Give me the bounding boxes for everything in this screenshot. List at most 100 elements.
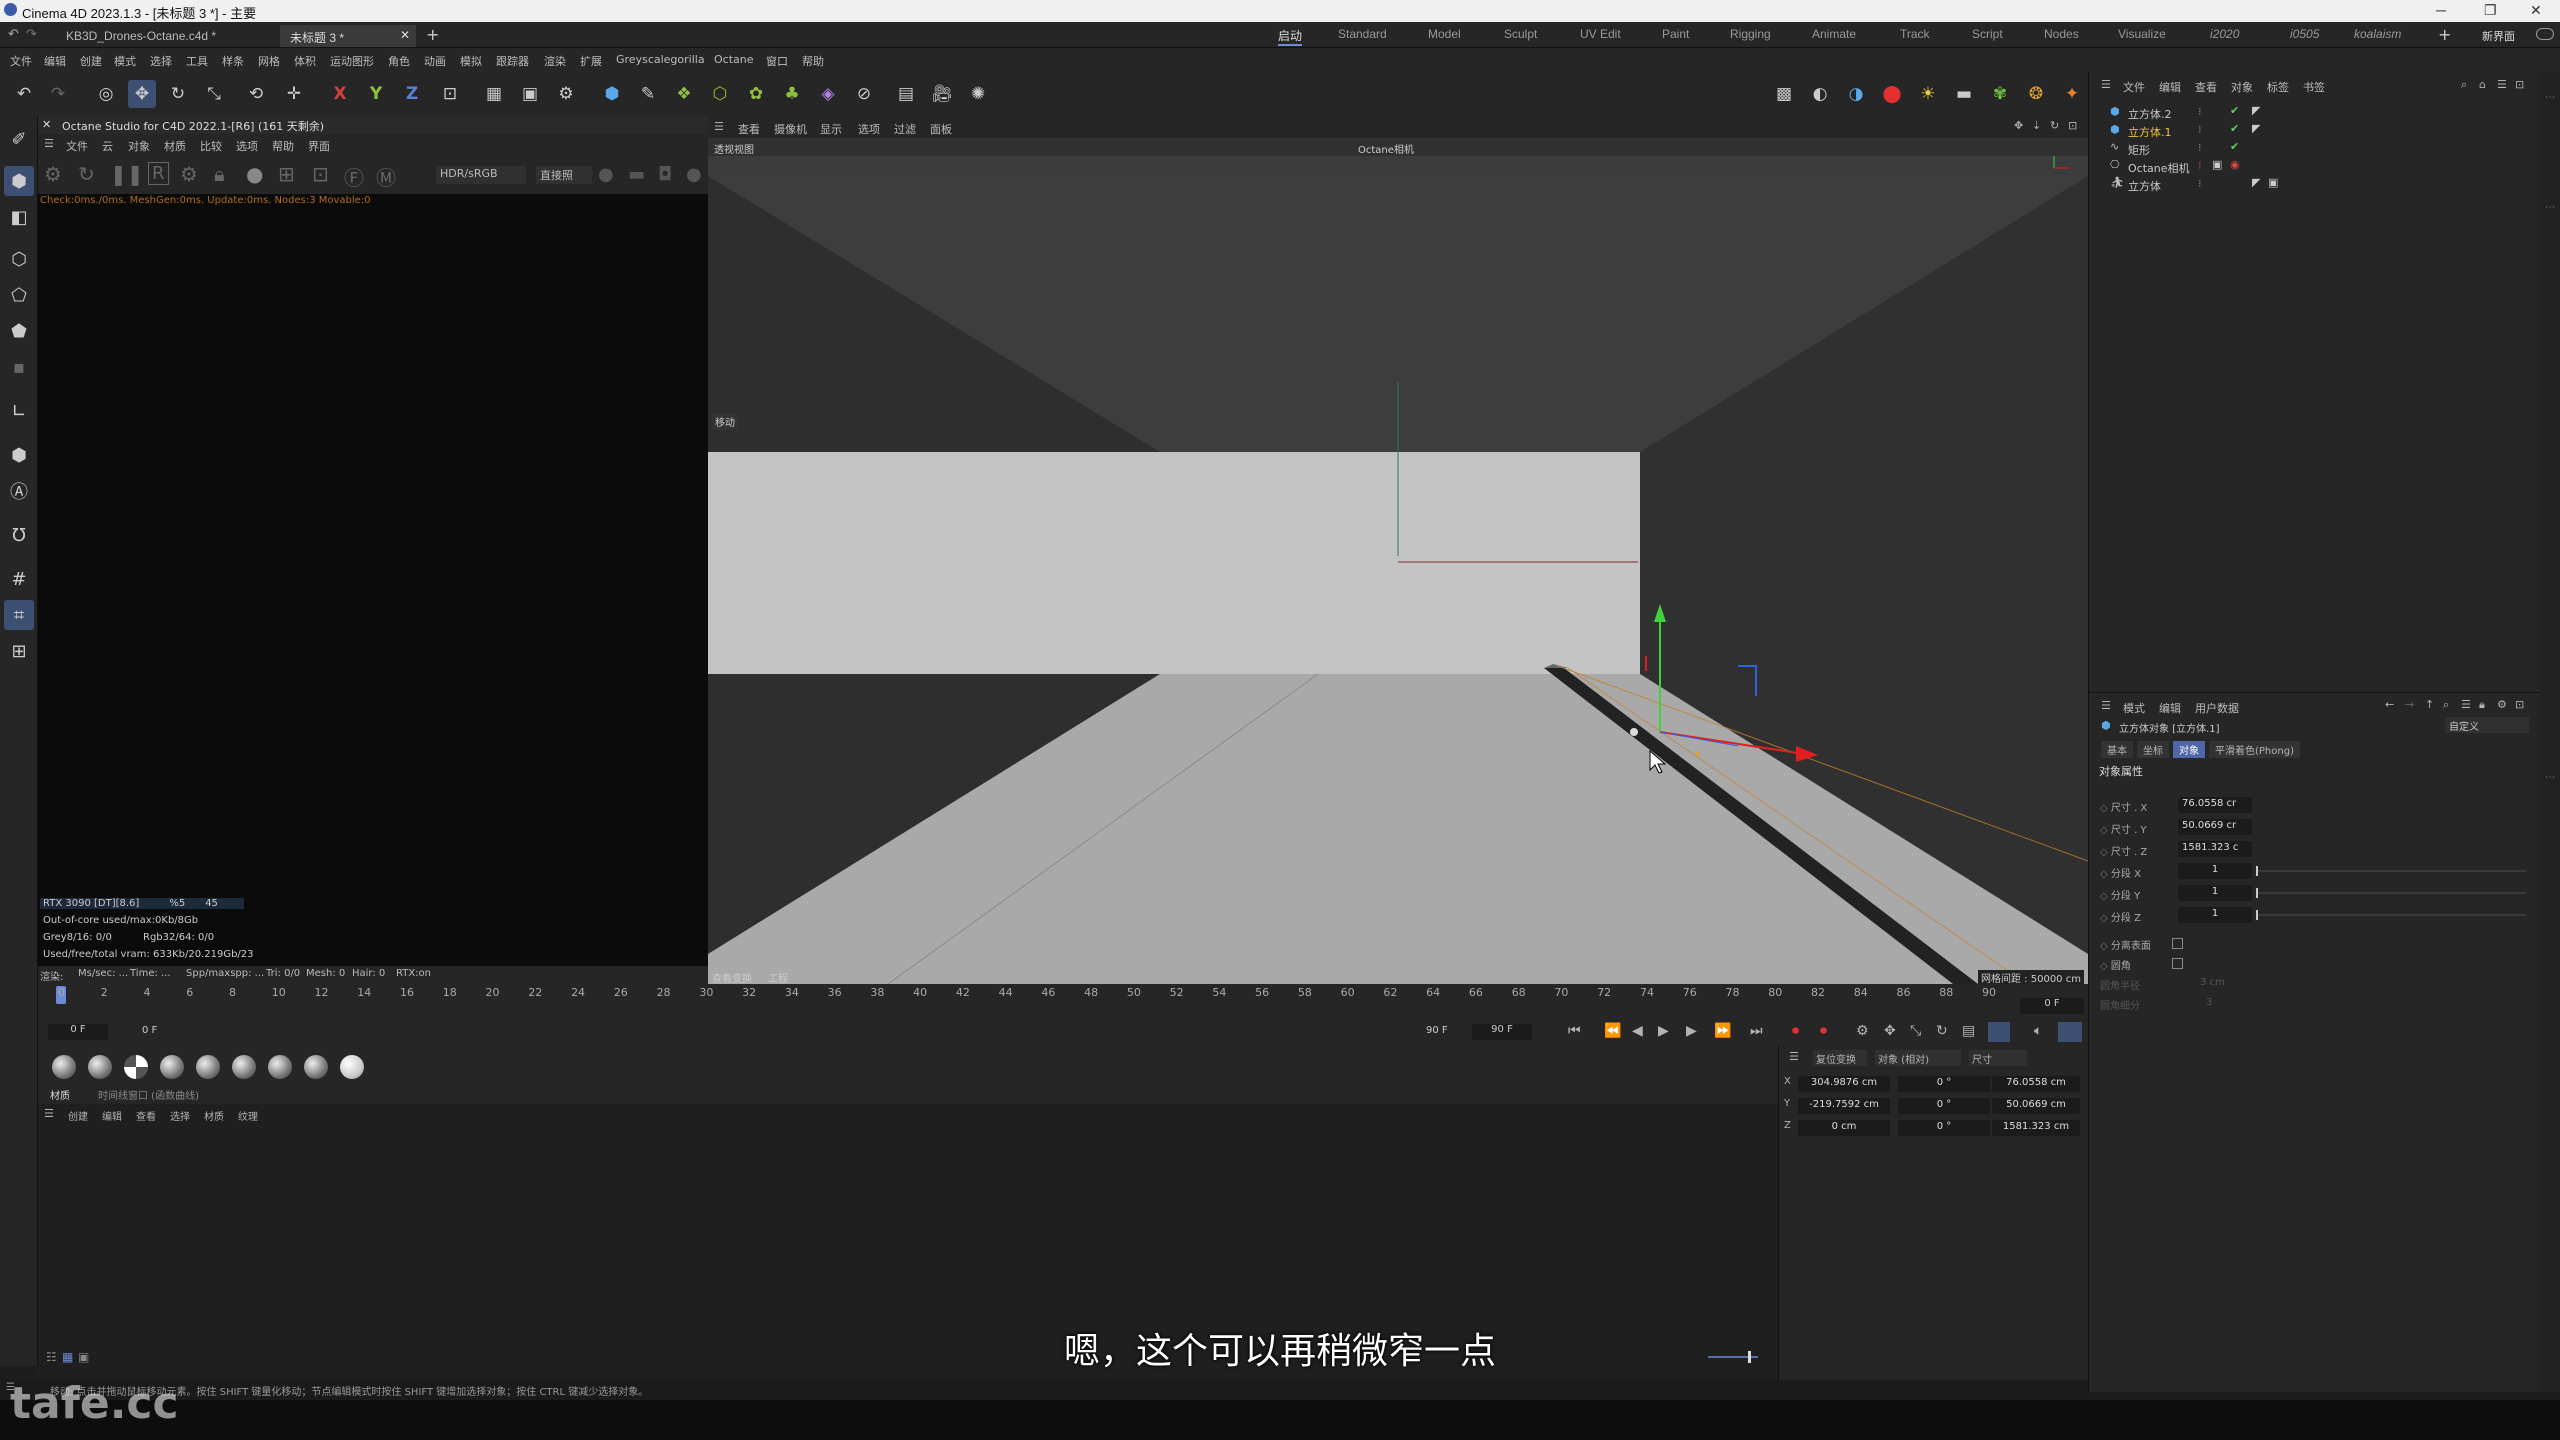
octane-pause-icon[interactable]: ❚❚ <box>110 162 144 186</box>
next-key-icon[interactable]: ⏩ <box>1714 1023 1731 1039</box>
attr-new-icon[interactable]: ⊡ <box>2515 698 2524 711</box>
layout-tab-uvedit[interactable]: UV Edit <box>1580 27 1621 41</box>
x-axis-lock-button[interactable]: X <box>326 80 354 108</box>
material-ball-icon[interactable] <box>232 1055 256 1079</box>
camera-tag-icon[interactable]: ▣ <box>2212 158 2222 171</box>
texture-mode-icon[interactable]: ◧ <box>4 202 34 232</box>
visibility-dots-icon[interactable]: ⁝ <box>2198 141 2202 154</box>
mat-menu-material[interactable]: 材质 <box>204 1108 224 1123</box>
project-label[interactable]: 工程 <box>768 970 788 985</box>
menu-octane[interactable]: Octane <box>714 53 754 66</box>
obj-menu-edit[interactable]: 编辑 <box>2159 79 2181 95</box>
octane-extra3-icon[interactable]: ◘ <box>658 164 672 185</box>
layout-tab-i0505[interactable]: i0505 <box>2290 27 2319 41</box>
scale-tool-icon[interactable]: ⤡ <box>200 80 228 108</box>
layout-tab-script[interactable]: Script <box>1972 27 2003 41</box>
octane-clay-icon[interactable]: ⊡ <box>312 162 329 186</box>
up-arrow-icon[interactable]: ↑ <box>2425 698 2434 711</box>
render-settings-icon[interactable]: ⚙ <box>552 80 580 108</box>
mat-hamburger-icon[interactable]: ☰ <box>44 1107 54 1120</box>
octane-extra2-icon[interactable]: ▬ <box>628 164 645 185</box>
seg-x-field[interactable]: 1 <box>2178 863 2252 879</box>
toggle-icon[interactable] <box>2536 28 2554 40</box>
coord-position-field[interactable]: -219.7592 cm <box>1798 1098 1890 1114</box>
new-tab-icon[interactable]: + <box>426 25 439 44</box>
material-ball-icon[interactable] <box>340 1055 364 1079</box>
forward-arrow-icon[interactable]: → <box>2405 698 2414 711</box>
reset-transform-button[interactable]: 复位变换 <box>1813 1050 1867 1066</box>
magnet-icon[interactable]: Ʊ <box>4 520 34 550</box>
coord-size-field[interactable]: 50.0669 cm <box>1992 1098 2080 1114</box>
material-ball-icon[interactable] <box>196 1055 220 1079</box>
cloner-icon[interactable]: ✿ <box>742 80 770 108</box>
next-frame-icon[interactable]: ▶︎ <box>1686 1023 1697 1039</box>
uv-mode-icon[interactable]: ▪ <box>4 352 34 382</box>
tab-coord[interactable]: 坐标 <box>2137 741 2169 758</box>
layout-tab-track[interactable]: Track <box>1900 27 1930 41</box>
restore-icon[interactable]: ❐ <box>2484 2 2497 19</box>
undo-icon[interactable]: ↶ <box>10 80 38 108</box>
keyframe-diamond-icon[interactable]: ◇ <box>2100 941 2108 952</box>
coord-rotation-field[interactable]: 0 ° <box>1898 1120 1990 1136</box>
layout-tab-animate[interactable]: Animate <box>1812 27 1856 41</box>
keyframe-diamond-icon[interactable]: ◇ <box>2100 869 2108 880</box>
snap-icon[interactable]: ⬢ <box>4 440 34 470</box>
play-icon[interactable]: ▶ <box>1658 1023 1669 1039</box>
tab-materials[interactable]: 材质 <box>50 1087 70 1102</box>
view-transform-label[interactable]: 查看变换 <box>712 970 752 985</box>
attr-config-icon[interactable]: ⚙ <box>2497 698 2507 711</box>
visibility-dots-icon[interactable]: ⁝ <box>2198 159 2202 172</box>
seg-z-slider[interactable] <box>2256 910 2526 920</box>
deformer-icon[interactable]: ◈ <box>814 80 842 108</box>
octane-m-icon[interactable]: Ⓜ <box>376 162 396 191</box>
coord-rotation-field[interactable]: 0 ° <box>1898 1076 1990 1092</box>
vp-zoom-icon[interactable]: ⇣ <box>2032 119 2041 132</box>
redo-icon[interactable]: ↷ <box>44 80 72 108</box>
size-z-field[interactable]: 1581.323 c <box>2178 841 2252 857</box>
y-axis-lock-button[interactable]: Y <box>362 80 390 108</box>
size-y-field[interactable]: 50.0669 cr <box>2178 819 2252 835</box>
material-ball-icon[interactable] <box>88 1055 112 1079</box>
texture-tag-icon[interactable]: ▣ <box>2268 176 2278 189</box>
octane-menu-file[interactable]: 文件 <box>66 138 88 154</box>
material-ball-icon[interactable] <box>52 1055 76 1079</box>
start-frame-field[interactable]: 0 F <box>48 1024 108 1040</box>
greyscalegorilla-icon[interactable]: ✾ <box>1986 80 2014 108</box>
vp-move-icon[interactable]: ✥ <box>2014 119 2023 132</box>
layout-tab-visualize[interactable]: Visualize <box>2118 27 2166 41</box>
brush-tool-icon[interactable]: ✐ <box>4 124 34 154</box>
octane-lock-icon[interactable]: 🔒︎ <box>214 162 225 186</box>
seg-x-slider[interactable] <box>2256 866 2526 876</box>
menu-volume[interactable]: 体积 <box>294 53 316 69</box>
coord-position-field[interactable]: 304.9876 cm <box>1798 1076 1890 1092</box>
menu-greyscalegorilla[interactable]: Greyscalegorilla <box>616 53 705 66</box>
side-tab-2[interactable]: ⋮ <box>2544 202 2555 212</box>
seg-y-slider[interactable] <box>2256 888 2526 898</box>
octane-render-mode-dropdown[interactable]: 直接照 <box>536 166 592 184</box>
object-row[interactable]: ∿ 矩形 ⁝ ✔ <box>2106 139 2526 157</box>
obj-menu-bookmarks[interactable]: 书签 <box>2303 79 2325 95</box>
mat-menu-edit[interactable]: 编辑 <box>102 1108 122 1123</box>
material-ball-icon[interactable] <box>124 1055 148 1079</box>
key-rot-icon[interactable]: ↻ <box>1936 1023 1948 1039</box>
menu-character[interactable]: 角色 <box>388 53 410 69</box>
vp-menu-view[interactable]: 查看 <box>738 121 760 137</box>
move-tool-icon[interactable]: ✥ <box>128 80 156 108</box>
axis-mode-icon[interactable]: ∟ <box>4 396 34 426</box>
floor-grid-icon[interactable]: ▤ <box>892 80 920 108</box>
rotate-tool-icon[interactable]: ↻ <box>164 80 192 108</box>
vp-menu-options[interactable]: 选项 <box>858 121 880 137</box>
visibility-dots-icon[interactable]: ⁝ <box>2198 105 2202 118</box>
obj-menu-file[interactable]: 文件 <box>2123 79 2145 95</box>
key-settings-icon[interactable]: ⚙ <box>1856 1023 1869 1039</box>
menu-edit[interactable]: 编辑 <box>44 53 66 69</box>
separate-surfaces-checkbox[interactable] <box>2172 938 2183 949</box>
octane-f-icon[interactable]: Ⓕ <box>344 162 364 191</box>
preview-start-field[interactable]: 0 F <box>142 1025 157 1036</box>
menu-tracker[interactable]: 跟踪器 <box>496 53 529 69</box>
menu-mograph[interactable]: 运动图形 <box>330 53 374 69</box>
model-mode-icon[interactable]: ⬢ <box>4 166 34 196</box>
gsg-material-icon[interactable]: ✦ <box>2058 80 2086 108</box>
octane-sphere-icon[interactable]: ● <box>246 162 263 186</box>
obj-menu-object[interactable]: 对象 <box>2231 79 2253 95</box>
